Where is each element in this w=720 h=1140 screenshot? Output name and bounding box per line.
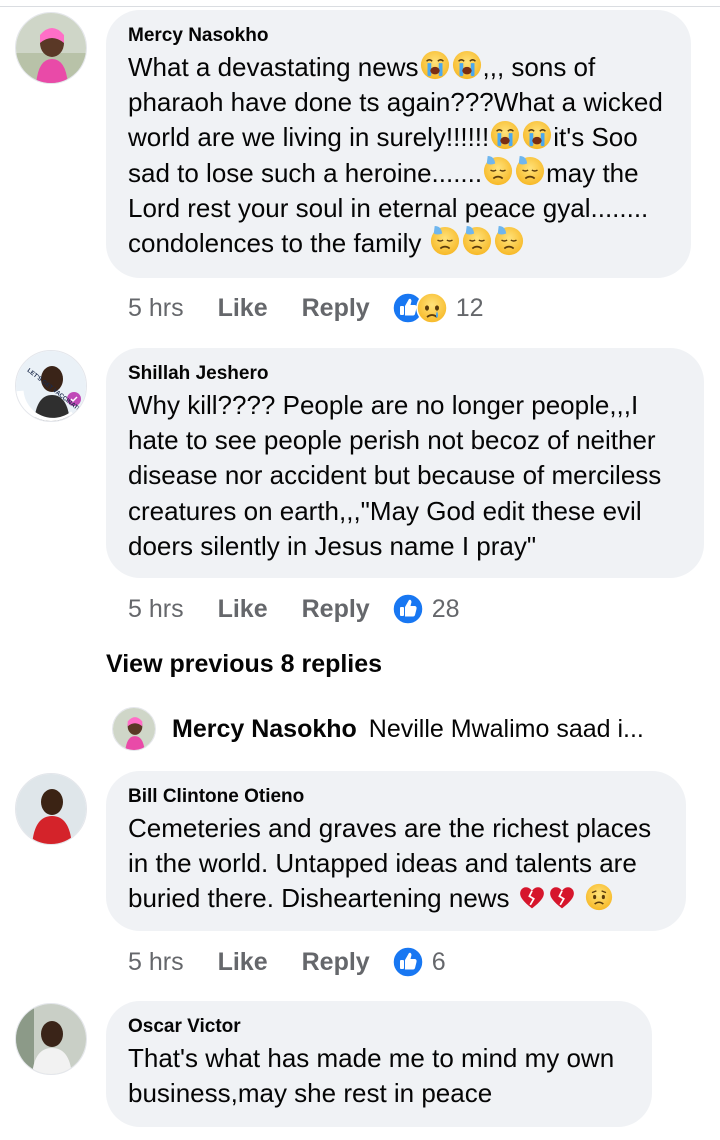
comment-bubble: Oscar Victor That's what has made me to … [106, 1001, 652, 1127]
like-button[interactable]: Like [218, 948, 268, 977]
downcast-sweat-face-icon [483, 156, 513, 186]
comment-text: What a devastating news,,, sons of pharao… [128, 50, 663, 259]
crying-face-icon [522, 120, 552, 150]
crying-face-icon [490, 120, 520, 150]
downcast-sweat-face-icon [494, 226, 524, 256]
comment-author[interactable]: Shillah Jeshero [128, 362, 682, 386]
reply-snippet: Neville Mwalimo saad i... [368, 714, 644, 743]
comment-bubble: Shillah Jeshero Why kill???? People are … [106, 348, 704, 578]
comment-actions: 5 hrs Like Reply 28 [128, 589, 460, 629]
like-button[interactable]: Like [218, 294, 268, 323]
comment-bubble: Bill Clintone Otieno Cemeteries and grav… [106, 771, 686, 931]
reply-button[interactable]: Reply [302, 948, 370, 977]
avatar[interactable] [112, 707, 156, 751]
comment-author[interactable]: Bill Clintone Otieno [128, 785, 664, 809]
downcast-sweat-face-icon [462, 226, 492, 256]
crying-face-icon [420, 50, 450, 80]
avatar[interactable] [15, 1003, 87, 1075]
reactions-summary[interactable]: 6 [392, 946, 446, 978]
avatar[interactable] [15, 773, 87, 845]
avatar[interactable]: LET'S GET VACCINATED [15, 350, 87, 422]
comment-text: Why kill???? People are no longer people… [128, 390, 662, 561]
view-previous-replies-link[interactable]: View previous 8 replies [106, 650, 382, 679]
downcast-sweat-face-icon [515, 156, 545, 186]
reactions-summary[interactable]: 12 [392, 292, 484, 324]
reply-preview[interactable]: Mercy Nasokho Neville Mwalimo saad i... [112, 706, 644, 752]
like-icon [392, 946, 424, 978]
reactions-summary[interactable]: 28 [392, 593, 460, 625]
sad-face-icon [585, 883, 613, 911]
broken-heart-icon [518, 883, 546, 911]
comment-actions: 5 hrs Like Reply 6 [128, 942, 446, 982]
comment-bubble: Mercy Nasokho What a devastating news,,,… [106, 10, 691, 278]
comment-author[interactable]: Mercy Nasokho [128, 24, 669, 48]
like-button[interactable]: Like [218, 595, 268, 624]
comment-text: That's what has made me to mind my own b… [128, 1043, 615, 1109]
downcast-sweat-face-icon [430, 226, 460, 256]
top-divider [0, 6, 720, 7]
avatar[interactable] [15, 12, 87, 84]
reply-button[interactable]: Reply [302, 595, 370, 624]
timestamp[interactable]: 5 hrs [128, 595, 184, 624]
reply-button[interactable]: Reply [302, 294, 370, 323]
reaction-count: 28 [431, 594, 460, 623]
reaction-count: 12 [455, 293, 484, 322]
like-icon [392, 593, 424, 625]
timestamp[interactable]: 5 hrs [128, 948, 184, 977]
timestamp[interactable]: 5 hrs [128, 294, 184, 323]
sad-icon [416, 292, 448, 324]
reaction-count: 6 [431, 947, 446, 976]
comment-actions: 5 hrs Like Reply 12 [128, 288, 484, 328]
comment-author[interactable]: Oscar Victor [128, 1015, 630, 1039]
broken-heart-icon [548, 883, 576, 911]
reply-author[interactable]: Mercy Nasokho [172, 715, 357, 744]
comment-text: Cemeteries and graves are the richest pl… [128, 813, 652, 914]
crying-face-icon [452, 50, 482, 80]
